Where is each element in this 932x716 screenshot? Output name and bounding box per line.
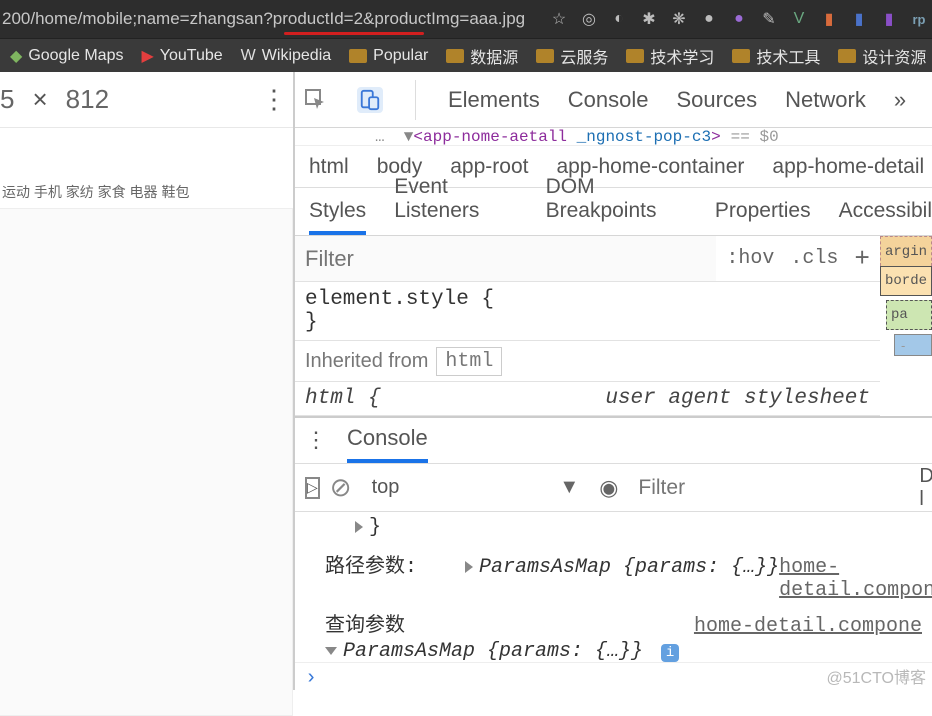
- app-content-area: [0, 208, 293, 716]
- element-style-block[interactable]: element.style { }: [295, 282, 880, 340]
- tab-elements[interactable]: Elements: [448, 87, 540, 113]
- pencil-icon[interactable]: ✎: [760, 10, 778, 28]
- hov-toggle[interactable]: :hov: [726, 247, 774, 270]
- box-border: borde: [880, 266, 932, 296]
- bookmark-datasource[interactable]: 数据源: [446, 44, 518, 68]
- bookmark-youtube[interactable]: ▶YouTube: [141, 46, 222, 66]
- drawer-tab-console[interactable]: Console: [347, 425, 428, 463]
- folder-icon: [626, 49, 644, 63]
- live-expression-icon[interactable]: ◉: [599, 475, 618, 501]
- tabs-overflow-icon[interactable]: »: [894, 87, 906, 113]
- log-levels-select[interactable]: Default l: [919, 465, 932, 511]
- browser-url-bar[interactable]: 200/home/mobile;name=zhangsan?productId=…: [0, 0, 932, 38]
- bookmarks-bar: ◆Google Maps ▶YouTube WWikipedia Popular…: [0, 38, 932, 72]
- folder-icon: [732, 49, 750, 63]
- folder-icon: [446, 49, 464, 63]
- tab-sources[interactable]: Sources: [676, 87, 757, 113]
- bookmark-tech-tools[interactable]: 技术工具: [732, 44, 820, 68]
- viewport-dimension-separator: ×: [32, 84, 47, 115]
- inherited-label: Inherited from: [305, 350, 428, 373]
- device-toolbar-icon[interactable]: [357, 87, 383, 113]
- square-icon[interactable]: ▮: [820, 10, 838, 28]
- url-text[interactable]: 200/home/mobile;name=zhangsan?productId=…: [0, 9, 525, 29]
- drawer-kebab-icon[interactable]: ⋮: [305, 427, 327, 463]
- log-query-label: 查询参数: [325, 615, 405, 638]
- star-icon[interactable]: ☆: [550, 10, 568, 28]
- watermark-text: @51CTO博客: [826, 664, 926, 688]
- purple-square-icon[interactable]: ▮: [880, 10, 898, 28]
- target-icon[interactable]: ◎: [580, 10, 598, 28]
- user-agent-label: user agent stylesheet: [605, 387, 870, 410]
- kebab-menu-icon[interactable]: ⋮: [261, 84, 287, 115]
- breadcrumb-item[interactable]: html: [309, 155, 349, 179]
- cls-toggle[interactable]: .cls: [790, 247, 838, 270]
- console-clear-icon[interactable]: ⊘: [330, 472, 352, 503]
- dom-tree-selected-node[interactable]: … ▼ <app-nome-aetall _ngnost-pop-c3> == …: [295, 128, 932, 146]
- box-margin: argin: [880, 236, 932, 266]
- subtab-dom-breakpoints[interactable]: DOM Breakpoints: [546, 175, 687, 235]
- breadcrumb-item[interactable]: app-home-detail: [772, 155, 924, 179]
- atom-icon[interactable]: ❋: [670, 10, 688, 28]
- folder-icon: [536, 49, 554, 63]
- bookmark-google-maps[interactable]: ◆Google Maps: [10, 46, 123, 66]
- tab-console[interactable]: Console: [568, 87, 649, 113]
- devtools-main-tabs: Elements Console Sources Network »: [295, 72, 932, 128]
- chevron-down-icon[interactable]: ▼: [559, 476, 579, 499]
- vue-icon[interactable]: V: [790, 10, 808, 28]
- console-play-icon[interactable]: ▷: [305, 477, 320, 499]
- axure-icon[interactable]: rp: [910, 10, 928, 28]
- console-context-select[interactable]: top: [372, 476, 400, 499]
- box-content: -: [894, 334, 932, 356]
- elements-sub-tabs: Styles Event Listeners DOM Breakpoints P…: [295, 188, 932, 236]
- annotation-red-underline-url: [284, 32, 424, 35]
- circle-icon[interactable]: ●: [700, 10, 718, 28]
- chat-icon[interactable]: ✱: [640, 10, 658, 28]
- box-padding: pa: [886, 300, 932, 330]
- inherited-tag[interactable]: html: [436, 347, 502, 376]
- viewport-width-value[interactable]: 5: [0, 84, 14, 115]
- url-bar-action-icons: ☆ ◎ ◐ ✱ ❋ ● ● ✎ V ▮ ▮ ▮ rp: [550, 10, 928, 28]
- tab-network[interactable]: Network: [785, 87, 866, 113]
- inspect-element-icon[interactable]: [303, 87, 329, 113]
- viewport-height-value[interactable]: 812: [66, 84, 109, 115]
- html-rule[interactable]: html {: [305, 387, 381, 410]
- new-style-rule-icon[interactable]: +: [854, 244, 870, 274]
- bookmark-wikipedia[interactable]: WWikipedia: [241, 47, 331, 65]
- subtab-properties[interactable]: Properties: [715, 199, 811, 235]
- subtab-accessibility[interactable]: Accessibil: [839, 199, 932, 235]
- styles-filter-input[interactable]: [295, 236, 716, 281]
- source-link[interactable]: home-detail.compone: [779, 556, 932, 602]
- info-badge-icon[interactable]: i: [661, 644, 679, 662]
- folder-icon: [838, 49, 856, 63]
- box-model-diagram[interactable]: argin borde pa -: [880, 236, 932, 416]
- bookmark-popular[interactable]: Popular: [349, 47, 428, 65]
- app-category-nav[interactable]: 运动 手机 家纺 家食 电器 鞋包: [0, 176, 293, 208]
- subtab-styles[interactable]: Styles: [309, 199, 366, 235]
- bookmark-design[interactable]: 设计资源: [838, 44, 926, 68]
- log-path-label: 路径参数:: [325, 556, 417, 579]
- folder-icon: [349, 49, 367, 63]
- devtools-panel: Elements Console Sources Network » … ▼ <…: [293, 72, 932, 690]
- subtab-event-listeners[interactable]: Event Listeners: [394, 175, 517, 235]
- source-link[interactable]: home-detail.compone: [694, 615, 922, 638]
- bookmark-tech-learn[interactable]: 技术学习: [626, 44, 714, 68]
- console-drawer: ⋮ Console ▷ ⊘ top ▼ ◉ Default l }: [295, 416, 932, 690]
- console-filter-input[interactable]: [638, 476, 909, 500]
- moon-icon[interactable]: ◐: [610, 10, 628, 28]
- inherited-from-row: Inherited from html: [295, 340, 880, 382]
- blue-square-icon[interactable]: ▮: [850, 10, 868, 28]
- console-output[interactable]: } 路径参数: ParamsAsMap {params: {…}} home-d…: [295, 512, 932, 662]
- page-viewport: 5 × 812 ⋮ 运动 手机 家纺 家食 电器 鞋包: [0, 72, 293, 690]
- bookmark-cloud[interactable]: 云服务: [536, 44, 608, 68]
- purple-circle-icon[interactable]: ●: [730, 10, 748, 28]
